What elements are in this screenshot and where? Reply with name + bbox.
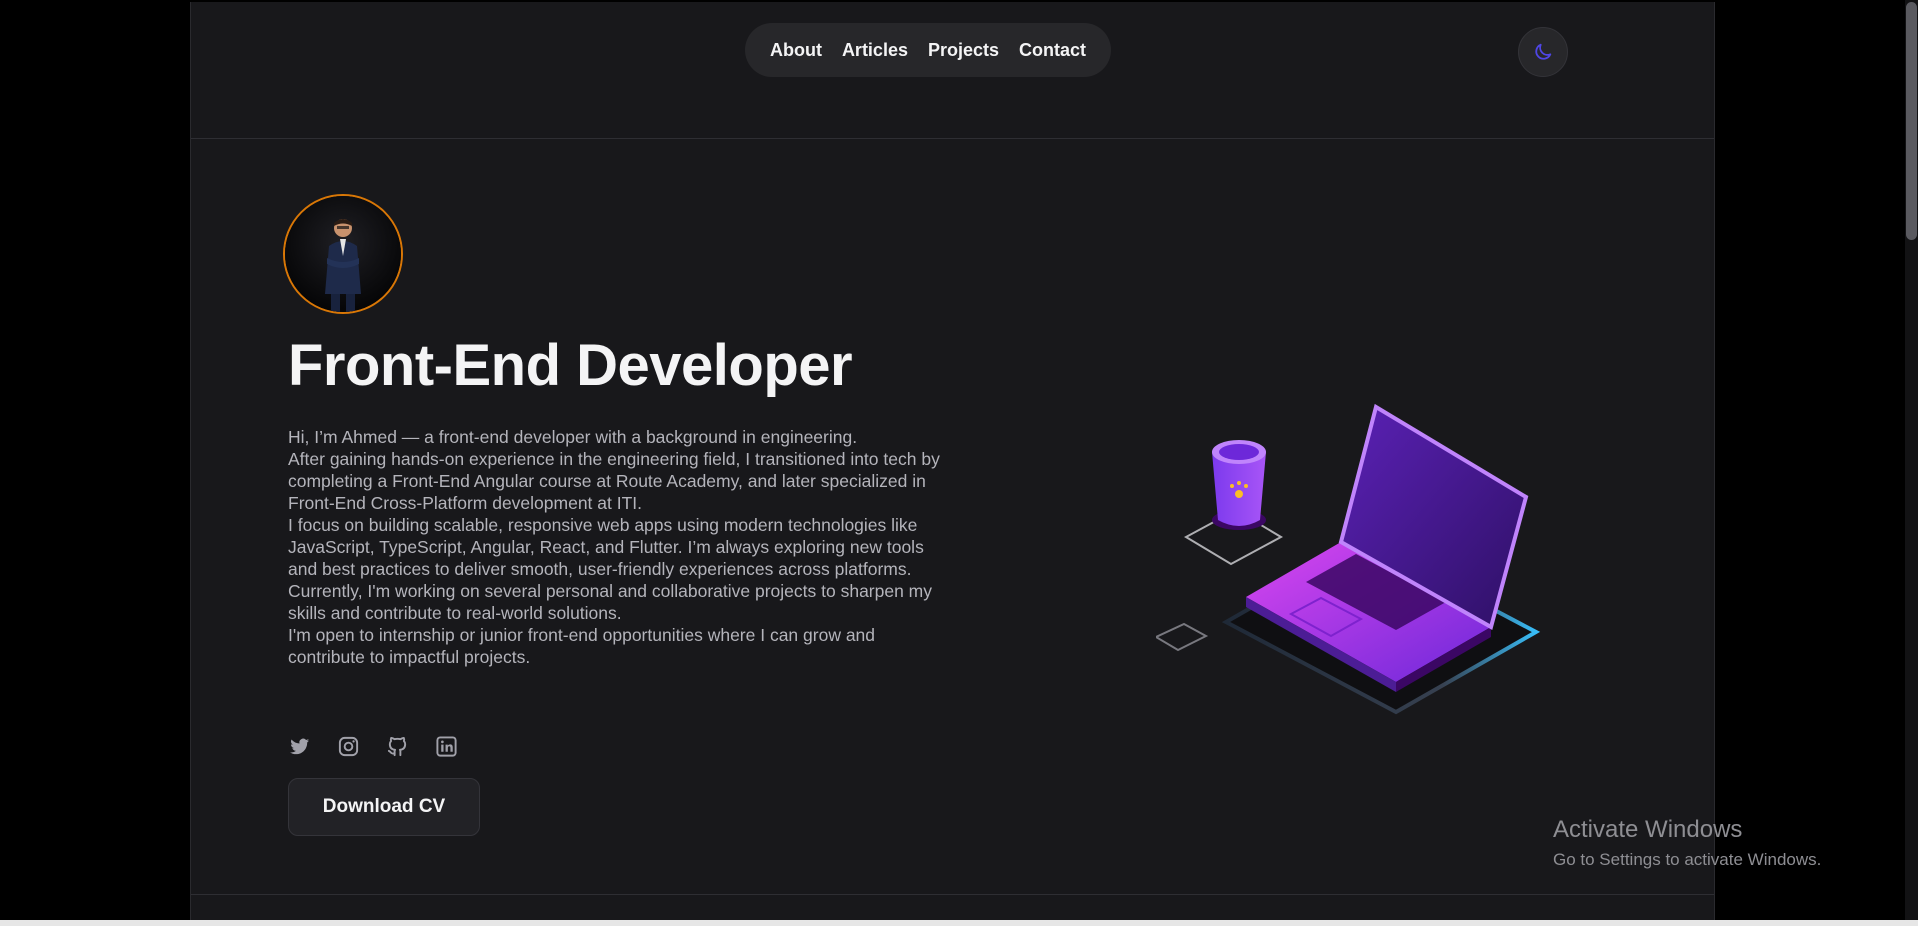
bio: Hi, I’m Ahmed — a front-end developer wi… — [288, 426, 953, 668]
bio-paragraph: Currently, I'm working on several person… — [288, 581, 933, 623]
vertical-scrollbar[interactable] — [1905, 0, 1918, 920]
linkedin-icon[interactable] — [435, 735, 458, 758]
github-icon[interactable] — [386, 735, 409, 758]
avatar — [283, 194, 403, 314]
nav-projects[interactable]: Projects — [928, 40, 999, 61]
section-divider — [191, 894, 1714, 895]
download-cv-button[interactable]: Download CV — [288, 778, 480, 836]
page-container: About Articles Projects Contact Front-En… — [190, 2, 1715, 924]
hero-title: Front-End Developer — [288, 333, 853, 398]
social-links — [288, 735, 458, 758]
nav-contact[interactable]: Contact — [1019, 40, 1086, 61]
twitter-icon[interactable] — [288, 735, 311, 758]
bio-paragraph: Hi, I’m Ahmed — a front-end developer wi… — [288, 427, 858, 447]
moon-icon — [1535, 43, 1552, 60]
nav-articles[interactable]: Articles — [842, 40, 908, 61]
bio-paragraph: After gaining hands-on experience in the… — [288, 449, 940, 513]
windows-activation-watermark: Activate Windows Go to Settings to activ… — [1553, 816, 1821, 870]
nav-about[interactable]: About — [770, 40, 822, 61]
watermark-subtitle: Go to Settings to activate Windows. — [1553, 850, 1822, 869]
theme-toggle-button[interactable] — [1518, 27, 1568, 77]
bio-paragraph: I focus on building scalable, responsive… — [288, 515, 924, 579]
scrollbar-thumb[interactable] — [1906, 2, 1917, 240]
laptop-illustration — [1153, 382, 1576, 742]
bio-paragraph: I'm open to internship or junior front-e… — [288, 625, 876, 667]
header: About Articles Projects Contact — [191, 2, 1714, 139]
horizontal-scrollbar[interactable] — [0, 920, 1918, 926]
main-nav: About Articles Projects Contact — [745, 23, 1111, 77]
watermark-title: Activate Windows — [1553, 816, 1743, 843]
instagram-icon[interactable] — [337, 735, 360, 758]
